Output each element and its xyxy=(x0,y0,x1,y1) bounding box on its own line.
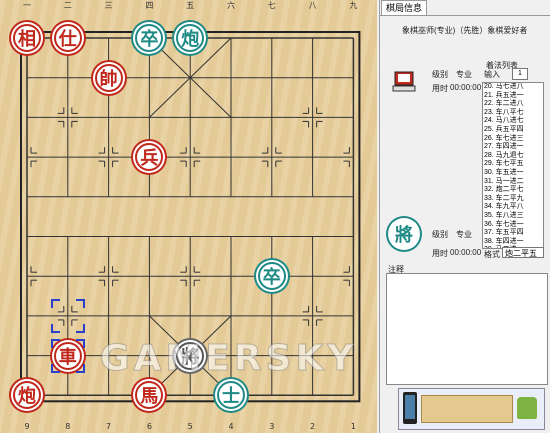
move-list-item[interactable]: 20. 马七进八 xyxy=(483,83,543,92)
red-elephant-piece[interactable]: 相 xyxy=(11,22,43,54)
top-time-label: 用时 xyxy=(432,84,448,93)
file-number-top: 一 xyxy=(23,1,31,10)
file-number-top: 二 xyxy=(64,1,72,10)
input-label: 输入 xyxy=(484,70,500,79)
file-number-bottom: 2 xyxy=(310,422,315,431)
ad-banner[interactable] xyxy=(398,388,545,430)
move-list-item[interactable]: 21. 兵五进一 xyxy=(483,92,543,101)
file-number-bottom: 5 xyxy=(188,422,193,431)
move-list-item[interactable]: 25. 兵五平四 xyxy=(483,126,543,135)
bottom-time-value: 00:00:00 xyxy=(450,248,482,257)
watermark-text: GAMERSKY xyxy=(99,338,358,380)
tab-game-info[interactable]: 棋局信息 xyxy=(381,0,428,15)
player-general-icon: 將 xyxy=(388,218,420,250)
move-list-item[interactable]: 30. 车五进一 xyxy=(483,169,543,178)
move-list-item[interactable]: 36. 车七进一 xyxy=(483,221,543,230)
file-number-top: 三 xyxy=(105,1,113,10)
bottom-time-label: 用时 xyxy=(432,249,448,258)
move-input-stepper[interactable]: 1 xyxy=(512,68,528,80)
green-cannon-piece[interactable]: 炮 xyxy=(174,22,207,54)
file-number-top: 九 xyxy=(349,1,357,10)
tab-divider xyxy=(380,15,550,16)
format-select[interactable]: 炮二平五 xyxy=(502,247,544,258)
game-title: 象棋巫师(专业)（先胜）象棋爱好者 xyxy=(402,26,528,35)
bottom-level-label: 级别 xyxy=(432,230,448,239)
file-number-bottom: 6 xyxy=(147,422,152,431)
move-list-item[interactable]: 31. 马一进二 xyxy=(483,178,543,187)
move-list-item[interactable]: 29. 车七平五 xyxy=(483,160,543,169)
red-king-piece[interactable]: 帥 xyxy=(92,61,125,94)
move-list-item[interactable]: 26. 车七进三 xyxy=(483,135,543,144)
file-number-top: 七 xyxy=(268,1,276,10)
file-number-bottom: 7 xyxy=(106,422,111,431)
mini-board-icon xyxy=(421,395,513,423)
file-number-top: 六 xyxy=(227,0,235,10)
selection-marker-origin xyxy=(50,298,85,333)
file-number-top: 四 xyxy=(145,1,153,10)
game-info-panel: 棋局信息 象棋巫师(专业)（先胜）象棋爱好者 级别 专业 用时 00:00:00… xyxy=(379,0,550,433)
format-label: 格式 xyxy=(484,250,500,259)
top-time-value: 00:00:00 xyxy=(450,83,482,92)
moves-list[interactable]: 20. 马七进八 21. 兵五进一 22. 车二进八 23. 车八平七 24. 马八进七… xyxy=(482,82,544,249)
xiangqi-board[interactable]: 一二三四五六七八九987654321 相仕卒炮帥兵卒車將炮馬士 GAMERSKY xyxy=(0,0,377,433)
notes-textarea[interactable] xyxy=(386,273,548,385)
move-list-item[interactable]: 32. 炮二平七 xyxy=(483,186,543,195)
file-number-bottom: 3 xyxy=(269,422,274,431)
bottom-level-value: 专业 xyxy=(456,230,472,239)
file-number-bottom: 1 xyxy=(351,422,356,431)
file-number-bottom: 4 xyxy=(228,422,233,431)
android-icon xyxy=(517,397,537,419)
file-number-bottom: 8 xyxy=(65,422,70,431)
move-list-item[interactable]: 22. 车二进八 xyxy=(483,100,543,109)
move-list-item[interactable]: 27. 车四进一 xyxy=(483,143,543,152)
move-list-item[interactable]: 37. 车五平四 xyxy=(483,229,543,238)
green-pawn-piece-2[interactable]: 卒 xyxy=(255,260,288,293)
phone-icon xyxy=(403,392,417,424)
red-advisor-piece[interactable]: 仕 xyxy=(51,22,84,54)
move-list-item[interactable]: 35. 车八进三 xyxy=(483,212,543,221)
move-list-item[interactable]: 38. 车四进一 xyxy=(483,238,543,247)
file-number-bottom: 9 xyxy=(24,422,29,431)
move-list-item[interactable]: 24. 马八进七 xyxy=(483,117,543,126)
computer-player-icon xyxy=(392,70,418,94)
file-number-top: 八 xyxy=(309,1,317,10)
file-number-top: 五 xyxy=(186,1,194,10)
top-level-label: 级别 xyxy=(432,70,448,79)
move-list-item[interactable]: 34. 车九平八 xyxy=(483,203,543,212)
selection-marker xyxy=(50,338,85,373)
top-level-value: 专业 xyxy=(456,70,472,79)
